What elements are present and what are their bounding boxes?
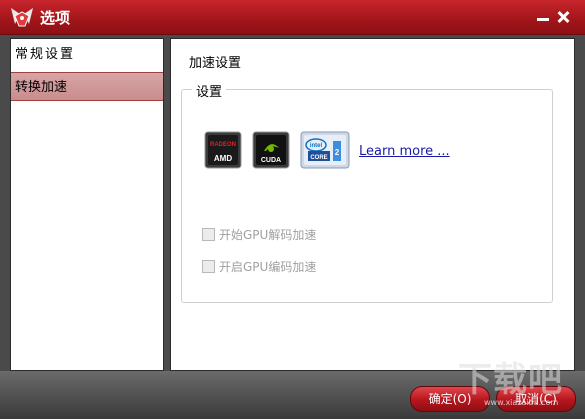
title-bar[interactable]: 选项 [0, 0, 585, 35]
svg-text:intel: intel [310, 143, 323, 149]
panel-title: 加速设置 [189, 56, 242, 71]
gpu-decode-checkbox[interactable] [202, 228, 215, 241]
button-bar: 确定(O) 取消(C) [0, 371, 585, 419]
ok-button[interactable]: 确定(O) [410, 386, 490, 412]
app-logo-icon [11, 8, 33, 27]
gpu-decode-checkbox-row[interactable]: 开始GPU解码加速 [202, 226, 316, 243]
sidebar-item-acceleration[interactable]: 转换加速 [11, 72, 163, 101]
cancel-button[interactable]: 取消(C) [496, 386, 576, 412]
close-icon[interactable] [556, 11, 570, 23]
sidebar-item-general[interactable]: 常规设置 [11, 40, 163, 69]
minimize-icon[interactable] [536, 11, 550, 23]
svg-text:CORE: CORE [310, 155, 327, 161]
svg-text:2: 2 [335, 148, 340, 157]
options-dialog: 选项 常规设置 转换加速 加速设置 设置 RADEON AMD CUDA int… [0, 0, 585, 419]
svg-text:RADEON: RADEON [210, 142, 236, 148]
content-area: 常规设置 转换加速 加速设置 设置 RADEON AMD CUDA intel … [0, 35, 585, 371]
sidebar: 常规设置 转换加速 [10, 38, 164, 371]
group-legend: 设置 [192, 81, 227, 100]
learn-more-link[interactable]: Learn more ... [359, 144, 450, 159]
gpu-encode-checkbox[interactable] [202, 260, 215, 273]
svg-text:CUDA: CUDA [261, 157, 281, 164]
intel-core-icon: intel CORE 2 [300, 131, 350, 169]
main-panel: 加速设置 设置 RADEON AMD CUDA intel CORE 2 Lea… [170, 38, 575, 371]
gpu-encode-label: 开启GPU编码加速 [219, 260, 317, 274]
nvidia-cuda-icon: CUDA [252, 131, 290, 169]
settings-group: 设置 RADEON AMD CUDA intel CORE 2 Learn mo… [181, 81, 553, 303]
window-title: 选项 [40, 9, 71, 27]
svg-text:AMD: AMD [214, 154, 232, 163]
amd-radeon-icon: RADEON AMD [204, 131, 242, 169]
gpu-decode-label: 开始GPU解码加速 [219, 228, 317, 242]
gpu-encode-checkbox-row[interactable]: 开启GPU编码加速 [202, 258, 316, 275]
